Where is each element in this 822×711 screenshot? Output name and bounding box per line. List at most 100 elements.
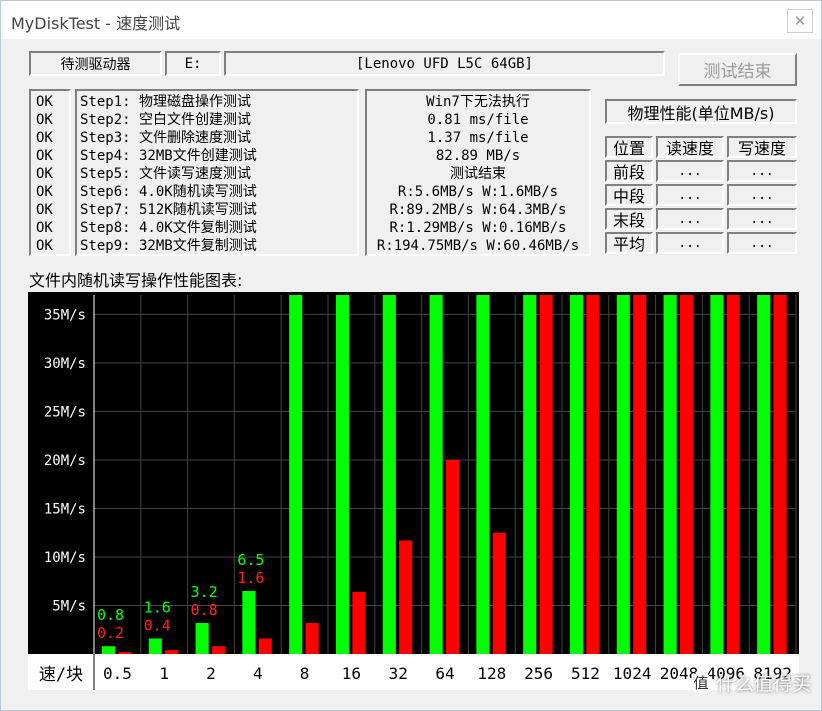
bar-write xyxy=(118,652,132,654)
bar-read xyxy=(335,295,350,654)
perf-cell-read: ... xyxy=(656,160,724,182)
window-title: MyDiskTest - 速度测试 xyxy=(11,14,181,33)
watermark-logo: 值 xyxy=(689,671,712,694)
bar-write xyxy=(258,638,272,654)
step-status: OK xyxy=(36,184,53,200)
bar-read xyxy=(382,295,396,654)
step-result: Win7下无法执行 xyxy=(426,94,530,110)
bar-read xyxy=(101,646,116,654)
y-tick-label: 10M/s xyxy=(44,550,86,566)
title-bar: MyDiskTest - 速度测试 ✕ xyxy=(1,1,821,39)
step-result: R:194.75MB/s W:60.46MB/s xyxy=(376,238,580,254)
step-result: 0.81 ms/file xyxy=(427,112,529,128)
y-tick-label: 15M/s xyxy=(44,501,86,517)
perf-cell-pos: 前段 xyxy=(605,160,653,182)
perf-header: 读速度 xyxy=(656,136,724,158)
x-axis-title: 速/块 xyxy=(39,665,83,685)
x-tick-label: 4 xyxy=(253,664,263,683)
step-result: R:89.2MB/s W:64.3MB/s xyxy=(389,202,567,218)
x-tick-label: 64 xyxy=(435,664,454,683)
bar-write xyxy=(773,295,787,654)
x-tick-label: 2 xyxy=(206,664,216,683)
step-status: OK xyxy=(36,166,53,182)
bar-read xyxy=(569,295,584,654)
perf-cell-write: ... xyxy=(727,232,797,254)
close-button[interactable]: ✕ xyxy=(787,9,813,33)
step-label: Step5: 文件读写速度测试 xyxy=(80,166,252,182)
step-status: OK xyxy=(36,94,53,110)
bar-write xyxy=(633,295,647,654)
perf-title: 物理性能(单位MB/s) xyxy=(605,99,797,124)
y-tick-label: 35M/s xyxy=(44,307,86,323)
x-tick-label: 256 xyxy=(524,664,553,683)
data-label-read: 3.2 xyxy=(191,583,218,601)
step-status: OK xyxy=(36,202,53,218)
bar-write xyxy=(211,646,226,654)
bar-write xyxy=(445,459,460,654)
bar-write xyxy=(352,591,366,654)
perf-cell-pos: 平均 xyxy=(605,232,653,254)
bar-write xyxy=(305,622,319,654)
x-tick-label: 512 xyxy=(571,664,600,683)
drive-letter: E: xyxy=(165,51,221,76)
bar-write xyxy=(726,295,740,654)
data-label-read: 0.8 xyxy=(97,606,124,624)
status-list: OK OK OK OK OK OK OK OK OK xyxy=(29,89,71,256)
perf-cell-pos: 末段 xyxy=(605,208,653,230)
step-label: Step2: 空白文件创建测试 xyxy=(80,112,252,128)
step-label: Step4: 32MB文件创建测试 xyxy=(80,148,257,164)
step-label: Step8: 4.0K文件复制测试 xyxy=(80,220,257,236)
perf-cell-read: ... xyxy=(656,232,724,254)
perf-cell-write: ... xyxy=(727,160,797,182)
step-result: R:5.6MB/s W:1.6MB/s xyxy=(397,184,559,200)
data-label-read: 6.5 xyxy=(237,551,264,569)
x-tick-label: 1024 xyxy=(613,664,652,683)
bar-read xyxy=(616,295,630,654)
y-tick-label: 20M/s xyxy=(44,453,86,469)
end-test-button[interactable]: 测试结束 xyxy=(678,53,797,86)
bar-write xyxy=(679,295,694,654)
x-tick-label: 1 xyxy=(159,664,169,683)
step-status: OK xyxy=(36,148,53,164)
step-label: Step6: 4.0K随机读写测试 xyxy=(80,184,257,200)
bar-write xyxy=(539,295,553,654)
perf-cell-read: ... xyxy=(656,184,724,206)
y-tick-label: 25M/s xyxy=(44,404,86,420)
watermark-text: 什么值得买 xyxy=(715,673,811,695)
bar-read xyxy=(710,295,724,654)
bar-read xyxy=(289,295,303,654)
step-result: 测试结束 xyxy=(450,166,506,182)
perf-cell-write: ... xyxy=(727,208,797,230)
perf-cell-write: ... xyxy=(727,184,797,206)
drive-name: [Lenovo UFD L5C 64GB] xyxy=(224,51,665,76)
step-result: R:1.29MB/s W:0.16MB/s xyxy=(389,220,567,236)
step-list: Step1: 物理磁盘操作测试 Step2: 空白文件创建测试 Step3: 文件删… xyxy=(75,89,359,256)
data-label-write: 0.4 xyxy=(144,616,171,634)
x-tick-label: 32 xyxy=(389,664,408,683)
drive-label: 待测驱动器 xyxy=(29,51,162,76)
x-tick-label: 128 xyxy=(477,664,506,683)
close-icon[interactable]: ✕ xyxy=(794,12,807,30)
bar-write xyxy=(492,532,506,654)
bar-read xyxy=(757,295,771,654)
x-tick-label: 16 xyxy=(342,664,361,683)
chart-title: 文件内随机读写操作性能图表: xyxy=(29,271,243,290)
bar-read xyxy=(242,590,256,654)
step-result: 1.37 ms/file xyxy=(427,130,529,146)
x-tick-label: 8 xyxy=(300,664,310,683)
bar-read xyxy=(663,295,677,654)
step-label: Step3: 文件删除速度测试 xyxy=(80,130,252,146)
step-label: Step1: 物理磁盘操作测试 xyxy=(80,94,252,110)
perf-header: 写速度 xyxy=(727,136,797,158)
bar-write xyxy=(586,295,600,654)
watermark: 值 什么值得买 xyxy=(689,669,811,696)
app-window: MyDiskTest - 速度测试 ✕ 待测驱动器 E: [Lenovo UFD… xyxy=(0,0,822,711)
step-label: Step7: 512K随机读写测试 xyxy=(80,202,257,218)
perf-header: 位置 xyxy=(605,136,653,158)
bar-read xyxy=(476,295,490,654)
perf-cell-pos: 中段 xyxy=(605,184,653,206)
data-label-write: 1.6 xyxy=(237,569,264,587)
bar-write xyxy=(165,650,179,654)
bar-read xyxy=(429,295,443,654)
step-status: OK xyxy=(36,220,53,236)
